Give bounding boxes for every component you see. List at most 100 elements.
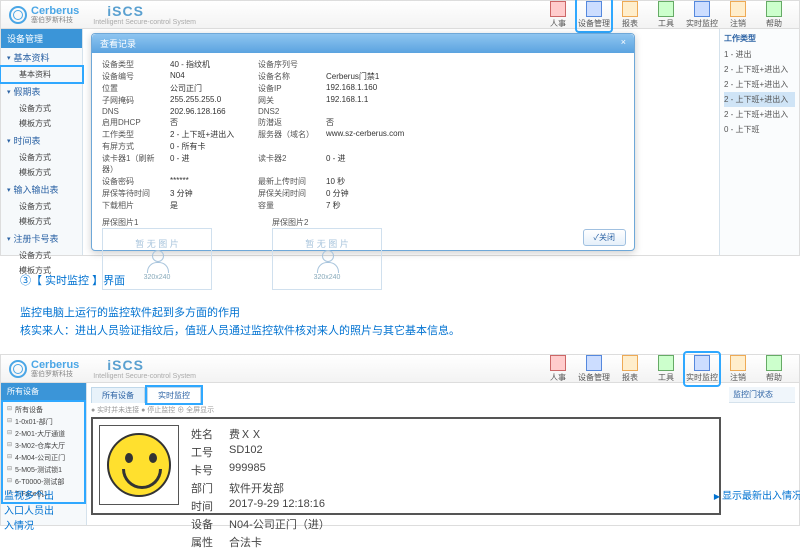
nav-personnel[interactable]: 人事 — [541, 0, 575, 31]
sidebar-item[interactable]: 基本资料 — [1, 67, 82, 82]
sidebar-item[interactable]: 设备方式 — [1, 248, 82, 263]
field-value: 40 - 指纹机 — [170, 59, 250, 70]
nav-device[interactable]: 设备管理 — [577, 0, 611, 31]
monitor-body: 所有设备 所有设备1-0x01-部门2-M01-大厅通道3-M02-仓库大厅4-… — [1, 383, 799, 525]
nav-logout[interactable]: 注销 — [721, 353, 755, 385]
logo-icon — [9, 6, 27, 24]
field-label: 网关 — [258, 95, 318, 106]
img1-placeholder: 暂 无 图 片 320x240 — [102, 228, 212, 290]
tab-realtime[interactable]: 实时监控 — [147, 387, 201, 403]
img1-label: 屏保图片1 — [102, 217, 150, 228]
field-label: 防潜返 — [258, 117, 318, 128]
nav-logout[interactable]: 注销 — [721, 0, 755, 31]
info-label: 属性 — [191, 534, 229, 550]
nav-report[interactable]: 报表 — [613, 0, 647, 31]
nav-help[interactable]: 帮助 — [757, 0, 791, 31]
field-label: 容量 — [258, 200, 318, 211]
person-info: 姓名费ＸＸ工号SD102卡号999985部门软件开发部时间2017-9-29 1… — [191, 425, 330, 507]
sidebar-item[interactable]: 模板方式 — [1, 116, 82, 131]
right-panel: 工作类型 1 - 进出2 - 上下班+进出入2 - 上下班+进出入2 - 上下班… — [719, 29, 799, 255]
worktype-item[interactable]: 2 - 上下班+进出入 — [724, 107, 795, 122]
field-value: ****** — [170, 176, 250, 187]
nav-tools[interactable]: 工具 — [649, 353, 683, 385]
tree-item[interactable]: 1-0x01-部门 — [7, 416, 80, 428]
field-value — [326, 107, 406, 116]
toolbar-crumb[interactable]: ● 实时并未连接 ● 停止监控 ⊕ 全屏显示 — [91, 403, 721, 417]
tab-bar: 所有设备 实时监控 — [91, 387, 721, 403]
nav-report[interactable]: 报表 — [613, 353, 647, 385]
sidebar-item[interactable]: 设备方式 — [1, 199, 82, 214]
tree-item[interactable]: 3-M02-仓库大厅 — [7, 440, 80, 452]
sidebar-group[interactable]: 注册卡号表 — [1, 229, 82, 248]
caption-line2: 监控电脑上运行的监控软件起到多方面的作用 — [20, 304, 780, 320]
nav-monitor[interactable]: 实时监控 — [685, 0, 719, 31]
sidebar-group[interactable]: 输入输出表 — [1, 180, 82, 199]
tree-item[interactable]: 5-M05-测试锁1 — [7, 464, 80, 476]
sidebar-item[interactable]: 设备方式 — [1, 150, 82, 165]
sidebar-item[interactable]: 模板方式 — [1, 263, 82, 278]
worktype-item[interactable]: 1 - 进出 — [724, 47, 795, 62]
field-value — [326, 59, 406, 70]
info-row: 姓名费ＸＸ — [191, 425, 330, 443]
modal-header: 查看记录 × — [92, 34, 634, 53]
nav-personnel[interactable]: 人事 — [541, 353, 575, 385]
device-mgmt-app: Cerberus 塞伯罗斯科技 iSCS Intelligent Secure-… — [0, 0, 800, 256]
tree-item[interactable]: 所有设备 — [7, 404, 80, 416]
iscs-block: iSCS Intelligent Secure-control System — [93, 3, 196, 26]
sidebar-group[interactable]: 假期表 — [1, 82, 82, 101]
img1-dim: 320x240 — [144, 274, 171, 281]
close-button[interactable]: ✓关闭 — [583, 229, 626, 246]
report-icon — [622, 355, 638, 371]
nav-monitor[interactable]: 实时监控 — [685, 353, 719, 385]
field-label: 启用DHCP — [102, 117, 162, 128]
field-value: 否 — [326, 117, 406, 128]
info-value: 2017-9-29 12:18:16 — [229, 498, 325, 514]
worktype-item[interactable]: 0 - 上下班 — [724, 122, 795, 137]
modal-body: 设备类型40 - 指纹机设备序列号设备编号N04设备名称Cerberus门禁1位… — [92, 53, 634, 296]
sidebar-group[interactable]: 时间表 — [1, 131, 82, 150]
iscs-sub: Intelligent Secure-control System — [93, 373, 196, 380]
info-value: 软件开发部 — [229, 480, 284, 496]
tab-all-devices[interactable]: 所有设备 — [91, 387, 145, 403]
info-label: 工号 — [191, 444, 229, 460]
monitor-main: 所有设备 实时监控 ● 实时并未连接 ● 停止监控 ⊕ 全屏显示 姓名费ＸＸ工号… — [87, 383, 725, 525]
nav-help[interactable]: 帮助 — [757, 353, 791, 385]
sidebar-title: 设备管理 — [1, 29, 82, 48]
sidebar-item[interactable]: 模板方式 — [1, 214, 82, 229]
device-record-modal: 查看记录 × 设备类型40 - 指纹机设备序列号设备编号N04设备名称Cerbe… — [91, 33, 635, 251]
field-value: 0 - 所有卡 — [170, 141, 250, 152]
close-icon[interactable]: × — [621, 37, 626, 50]
report-icon — [622, 1, 638, 17]
sidebar-item[interactable]: 模板方式 — [1, 165, 82, 180]
people-icon — [142, 250, 172, 272]
worktype-item[interactable]: 2 - 上下班+进出入 — [724, 62, 795, 77]
field-value: 202.96.128.166 — [170, 107, 250, 116]
info-row: 属性合法卡 — [191, 533, 330, 551]
door-status-title: 监控门状态 — [729, 387, 795, 403]
field-label — [258, 141, 318, 152]
monitor-icon — [694, 1, 710, 17]
field-value: 7 秒 — [326, 200, 406, 211]
field-value: 是 — [170, 200, 250, 211]
nav-tools[interactable]: 工具 — [649, 0, 683, 31]
field-label: 最新上传时间 — [258, 176, 318, 187]
worktype-item[interactable]: 2 - 上下班+进出入 — [724, 92, 795, 107]
help-icon — [766, 355, 782, 371]
tree-item[interactable]: 4-M04-公司正门 — [7, 452, 80, 464]
field-value: 255.255.255.0 — [170, 95, 250, 106]
field-value: www.sz-cerberus.com — [326, 129, 406, 140]
nav-device[interactable]: 设备管理 — [577, 353, 611, 385]
worktype-item[interactable]: 2 - 上下班+进出入 — [724, 77, 795, 92]
tools-icon — [658, 1, 674, 17]
tree-item[interactable]: 2-M01-大厅通道 — [7, 428, 80, 440]
field-value: 0 分钟 — [326, 188, 406, 199]
info-value: N04-公司正门（进） — [229, 516, 330, 532]
field-value: 2 - 上下班+进出入 — [170, 129, 250, 140]
brand-sub: 塞伯罗斯科技 — [31, 371, 79, 378]
sidebar-group[interactable]: 基本资料 — [1, 48, 82, 67]
iscs-title: iSCS — [107, 3, 144, 19]
info-label: 部门 — [191, 480, 229, 496]
field-label: 设备序列号 — [258, 59, 318, 70]
door-status-panel: 监控门状态 — [725, 383, 799, 525]
sidebar-item[interactable]: 设备方式 — [1, 101, 82, 116]
